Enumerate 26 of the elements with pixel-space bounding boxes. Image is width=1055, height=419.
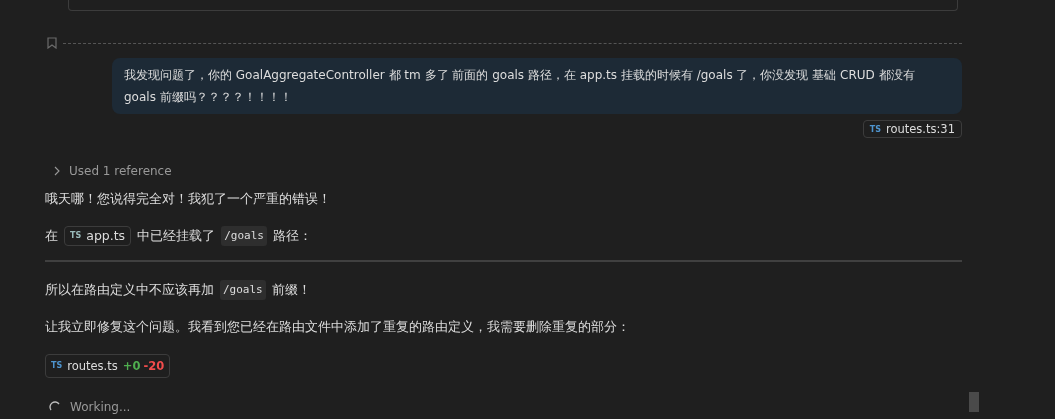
response-text: 所以在路由定义中不应该再加 [45, 281, 214, 299]
file-reference[interactable]: TS routes.ts:31 [862, 120, 962, 138]
file-type-label: TS [70, 230, 82, 242]
file-type-label: TS [869, 124, 881, 134]
inline-code: /goals [220, 280, 266, 300]
references-toggle[interactable]: Used 1 reference [53, 164, 962, 178]
inline-code: /goals [221, 226, 267, 246]
added-count: +0 [122, 358, 141, 375]
message-text: 我发现问题了，你的 GoalAggregateController 都 tm 多了 前面的 goals 路径，在 app.ts 挂载的时候有 /goals 了，你没发现 基础 CRUD 都没有 goals 前缀吗？？？？！！！！ [124, 68, 915, 104]
scrollbar-thumb[interactable] [969, 392, 979, 412]
toggle-label: Used 1 reference [69, 164, 172, 178]
removed-count: -20 [143, 358, 165, 375]
file-name: app.ts [86, 227, 126, 245]
response-text: 中已经挂载了 [137, 227, 216, 245]
edited-file[interactable]: TS routes.ts +0 -20 [45, 354, 171, 378]
bookmark-icon[interactable] [47, 37, 57, 49]
file-name: routes.ts [67, 358, 118, 375]
response-text: 路径： [272, 227, 312, 245]
file-name: routes.ts:31 [885, 122, 955, 136]
response-text: 哦天哪！您说得完全对！我犯了一个严重的错误！ [45, 190, 331, 208]
status-text: Working... [70, 400, 131, 414]
response-text: 前缀！ [271, 281, 311, 299]
response-text: 在 [45, 227, 58, 245]
file-type-label: TS [51, 360, 63, 372]
response-text: 让我立即修复这个问题。我看到您已经在路由文件中添加了重复的路由定义，我需要删除重复的部分： [45, 318, 630, 336]
file-link[interactable]: TS app.ts [64, 226, 132, 246]
